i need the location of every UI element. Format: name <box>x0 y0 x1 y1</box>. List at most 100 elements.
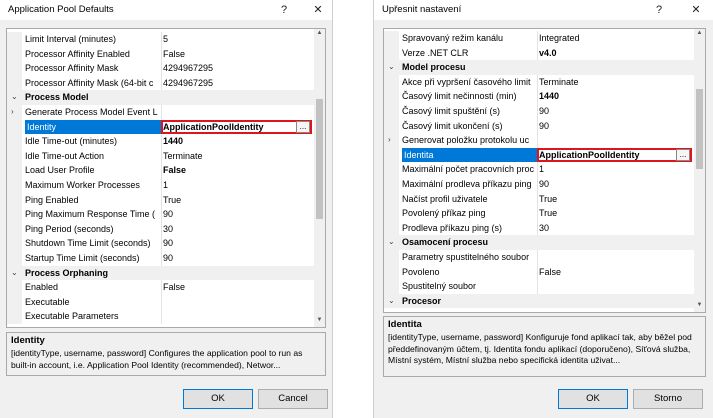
property-value[interactable] <box>163 309 296 324</box>
selected-property-row[interactable]: Identity ApplicationPoolIdentity... <box>7 119 325 135</box>
property-row[interactable]: Shutdown Time Limit (seconds) 90 <box>7 236 325 251</box>
property-row[interactable]: Maximální počet pracovních proc 1 <box>384 162 705 177</box>
category-row[interactable]: ⌄ Osamocení procesu <box>384 235 705 250</box>
category-row[interactable]: ⌄ Process Orphaning <box>7 265 325 281</box>
property-value[interactable]: 1 <box>539 162 676 177</box>
collapse-chevron-icon[interactable]: ⌄ <box>11 90 18 105</box>
property-row[interactable]: Verze .NET CLR v4.0 <box>384 45 705 61</box>
category-row[interactable]: ⌄ Procesor <box>384 293 705 309</box>
property-row[interactable]: Parametry spustitelného soubor <box>384 250 705 265</box>
property-value[interactable]: 30 <box>163 222 296 237</box>
close-button[interactable]: ✕ <box>684 2 708 18</box>
category-row[interactable]: ⌄ Model procesu <box>384 60 705 75</box>
help-button[interactable]: ? <box>647 2 671 18</box>
property-row[interactable]: Executable Parameters <box>7 309 325 324</box>
property-value[interactable]: True <box>539 206 676 221</box>
scrollbar-thumb[interactable] <box>316 99 323 219</box>
property-row[interactable]: Load User Profile False <box>7 163 325 178</box>
property-row[interactable]: Ping Maximum Response Time (90 <box>7 207 325 222</box>
property-row[interactable]: Prodleva příkazu ping (s) 30 <box>384 220 705 236</box>
property-row[interactable]: Povoleno False <box>384 264 705 280</box>
property-value[interactable]: False <box>539 265 676 280</box>
expand-chevron-icon[interactable]: › <box>11 105 14 120</box>
property-row[interactable]: Časový limit ukončení (s) 90 <box>384 118 705 134</box>
property-row[interactable]: Executable <box>7 294 325 310</box>
property-value[interactable]: 1440 <box>163 134 296 149</box>
vertical-scrollbar[interactable]: ▲ ▼ <box>694 29 705 312</box>
property-row[interactable]: Idle Time-out Action Terminate <box>7 148 325 164</box>
property-value[interactable]: False <box>163 47 296 62</box>
property-value[interactable]: 4294967295 <box>163 76 296 91</box>
ellipsis-button[interactable]: ... <box>296 120 310 133</box>
property-row[interactable]: Ping Period (seconds) 30 <box>7 221 325 237</box>
property-row[interactable]: Startup Time Limit (seconds) 90 <box>7 251 325 266</box>
collapse-chevron-icon[interactable]: ⌄ <box>388 60 395 75</box>
property-value[interactable]: 30 <box>539 221 676 236</box>
help-button[interactable]: ? <box>272 2 296 18</box>
scrollbar-thumb[interactable] <box>696 89 703 169</box>
property-value[interactable] <box>539 133 676 148</box>
property-row[interactable]: Processor Affinity Enabled False <box>7 46 325 62</box>
collapse-chevron-icon[interactable]: ⌄ <box>388 235 395 250</box>
property-value[interactable]: 1440 <box>539 89 676 104</box>
property-row[interactable]: › Generate Process Model Event L <box>7 105 325 120</box>
property-row[interactable]: Načíst profil uživatele True <box>384 191 705 207</box>
property-row[interactable]: Časový limit spuštění (s) 90 <box>384 104 705 119</box>
property-value[interactable]: False <box>163 280 296 295</box>
property-value[interactable] <box>539 279 676 294</box>
collapse-chevron-icon[interactable]: ⌄ <box>11 266 18 281</box>
collapse-chevron-icon[interactable]: ⌄ <box>388 294 395 309</box>
property-row[interactable]: Idle Time-out (minutes) 1440 <box>7 134 325 149</box>
property-grid[interactable]: Limit Interval (minutes) 5 Processor Affin… <box>6 28 326 328</box>
property-value[interactable]: Integrated <box>539 31 676 46</box>
property-row[interactable]: Spustitelný soubor <box>384 279 705 294</box>
property-row[interactable]: Enabled False <box>7 280 325 295</box>
property-row[interactable]: Akce při vypršení časového limit Terminat… <box>384 74 705 90</box>
category-row[interactable]: ⌄ Process Model <box>7 90 325 105</box>
property-value[interactable]: 5 <box>163 32 296 47</box>
property-value[interactable]: 90 <box>539 119 676 134</box>
property-row[interactable]: › Generovat položku protokolu uc <box>384 133 705 148</box>
property-value[interactable]: Terminate <box>539 75 676 90</box>
property-value[interactable] <box>163 105 296 120</box>
property-value[interactable]: 4294967295 <box>163 61 296 76</box>
scroll-down-icon[interactable]: ▼ <box>695 302 704 308</box>
property-value[interactable] <box>539 250 676 265</box>
property-grid[interactable]: Spravovaný režim kanálu Integrated Verze .… <box>383 28 706 313</box>
property-value[interactable]: Terminate <box>163 149 296 164</box>
selected-property-row[interactable]: Identita ApplicationPoolIdentity... <box>384 147 705 163</box>
property-value[interactable]: True <box>163 193 296 208</box>
property-value[interactable]: 90 <box>163 207 296 222</box>
property-row[interactable]: Časový limit nečinnosti (min) 1440 <box>384 89 705 104</box>
expand-chevron-icon[interactable]: › <box>388 133 391 148</box>
scroll-up-icon[interactable]: ▲ <box>695 30 704 36</box>
close-button[interactable]: ✕ <box>306 2 330 18</box>
property-row[interactable]: Maximální prodleva příkazu ping 90 <box>384 177 705 192</box>
cancel-button[interactable]: Storno <box>633 389 703 409</box>
property-value[interactable]: ApplicationPoolIdentity <box>539 148 676 163</box>
property-row[interactable]: Maximum Worker Processes 1 <box>7 178 325 193</box>
ok-button[interactable]: OK <box>558 389 628 409</box>
property-value[interactable]: v4.0 <box>539 46 676 61</box>
property-row[interactable]: Limit Interval (minutes) 5 <box>7 32 325 47</box>
property-row[interactable]: Processor Affinity Mask 4294967295 <box>7 61 325 76</box>
property-value[interactable]: 90 <box>163 251 296 266</box>
property-value[interactable]: ApplicationPoolIdentity <box>163 120 296 135</box>
property-value[interactable]: 1 <box>163 178 296 193</box>
property-value[interactable]: 90 <box>539 104 676 119</box>
property-value[interactable] <box>163 295 296 310</box>
scroll-up-icon[interactable]: ▲ <box>315 30 324 36</box>
ellipsis-button[interactable]: ... <box>676 148 690 161</box>
property-value[interactable]: True <box>539 192 676 207</box>
cancel-button[interactable]: Cancel <box>258 389 328 409</box>
property-value[interactable]: 90 <box>163 236 296 251</box>
property-row[interactable]: Spravovaný režim kanálu Integrated <box>384 31 705 46</box>
property-row[interactable]: Processor Affinity Mask (64-bit c 4294967… <box>7 75 325 91</box>
property-value[interactable]: 90 <box>539 177 676 192</box>
property-row[interactable]: Povolený příkaz ping True <box>384 206 705 221</box>
scroll-down-icon[interactable]: ▼ <box>315 317 324 323</box>
property-value[interactable]: False <box>163 163 296 178</box>
ok-button[interactable]: OK <box>183 389 253 409</box>
vertical-scrollbar[interactable]: ▲ ▼ <box>314 29 325 327</box>
property-row[interactable]: Ping Enabled True <box>7 192 325 208</box>
